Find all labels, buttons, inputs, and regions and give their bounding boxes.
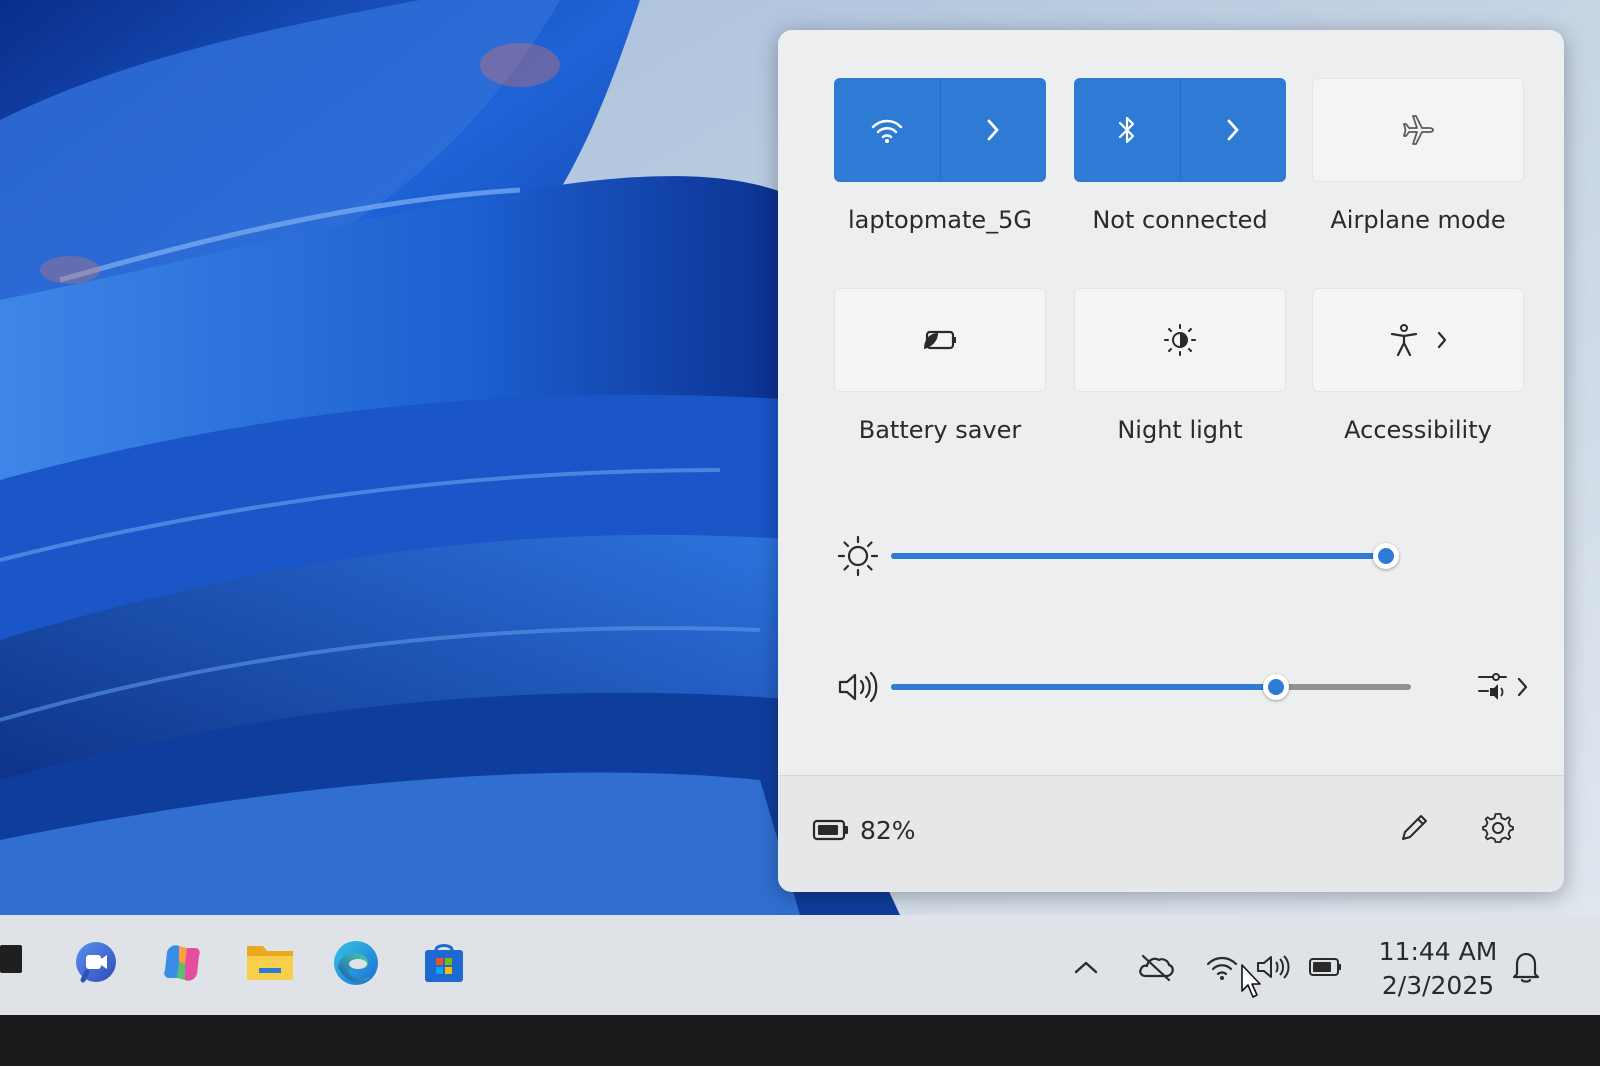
pencil-icon	[1402, 815, 1427, 840]
store-icon	[425, 944, 463, 982]
chevron-up-icon	[1074, 961, 1098, 974]
accessibility-tile[interactable]	[1312, 288, 1524, 392]
bluetooth-expand-button[interactable]	[1181, 78, 1287, 182]
battery-status[interactable]: 82%	[812, 810, 916, 850]
meet-icon	[76, 942, 116, 983]
mouse-cursor-icon	[1241, 964, 1261, 998]
meet-button[interactable]	[66, 933, 126, 993]
accessibility-tile-label: Accessibility	[1344, 416, 1492, 444]
chevron-right-icon	[987, 119, 999, 141]
copilot-button[interactable]	[152, 933, 212, 993]
night-light-tile-group: Night light	[1074, 288, 1286, 444]
file-explorer-icon	[247, 946, 293, 980]
wifi-icon	[1206, 956, 1238, 980]
taskbar: 11:44 AM 2/3/2025	[0, 915, 1600, 1015]
night-light-tile[interactable]	[1074, 288, 1286, 392]
show-hidden-icons-button[interactable]	[1066, 947, 1106, 987]
bluetooth-tile[interactable]	[1074, 78, 1286, 182]
onedrive-icon	[1139, 954, 1174, 982]
onedrive-button[interactable]	[1136, 947, 1176, 987]
task-view-button[interactable]	[0, 939, 24, 979]
clock-date: 2/3/2025	[1381, 971, 1495, 1000]
network-volume-battery-group[interactable]	[1198, 943, 1350, 991]
copilot-icon	[164, 945, 200, 981]
quick-settings-footer: 82%	[778, 775, 1564, 892]
store-button[interactable]	[414, 933, 474, 993]
clock-time: 11:44 AM	[1378, 937, 1498, 966]
volume-slider-thumb[interactable]	[1263, 674, 1289, 700]
bluetooth-toggle[interactable]	[1074, 78, 1180, 182]
battery-saver-tile-label: Battery saver	[858, 416, 1022, 444]
settings-button[interactable]	[1476, 806, 1520, 850]
quick-settings-panel: laptopmate_5G Not connected Airplane mod…	[778, 30, 1564, 892]
battery-percent: 82%	[860, 815, 916, 845]
wifi-tile[interactable]	[834, 78, 1046, 182]
audio-output-icon	[1478, 673, 1507, 700]
night-light-icon	[1164, 324, 1196, 356]
clock[interactable]: 11:44 AM 2/3/2025	[1368, 935, 1508, 1003]
volume-row	[836, 662, 1528, 712]
wifi-expand-button[interactable]	[941, 78, 1047, 182]
night-light-tile-label: Night light	[1117, 416, 1243, 444]
bell-icon	[1512, 952, 1540, 983]
chevron-right-icon	[1227, 119, 1239, 141]
edge-icon	[334, 941, 378, 985]
battery-saver-tile[interactable]	[834, 288, 1046, 392]
chevron-right-icon	[1437, 331, 1447, 349]
wifi-icon	[871, 119, 902, 143]
edit-quick-settings-button[interactable]	[1392, 806, 1436, 850]
battery-saver-tile-group: Battery saver	[834, 288, 1046, 444]
brightness-row	[836, 531, 1526, 581]
battery-status	[1306, 947, 1346, 987]
chevron-right-icon	[1517, 677, 1528, 697]
battery-icon	[1309, 958, 1341, 976]
airplane-tile-group: Airplane mode	[1312, 78, 1524, 234]
brightness-slider[interactable]	[891, 531, 1411, 581]
airplane-tile-label: Airplane mode	[1330, 206, 1506, 234]
audio-output-button[interactable]	[1476, 666, 1536, 708]
bluetooth-tile-group: Not connected	[1074, 78, 1286, 234]
notifications-button[interactable]	[1506, 947, 1546, 987]
wifi-tile-group: laptopmate_5G	[834, 78, 1046, 234]
accessibility-icon	[1390, 324, 1418, 357]
wifi-tile-label: laptopmate_5G	[847, 206, 1033, 234]
volume-slider[interactable]	[891, 662, 1411, 712]
bluetooth-tile-label: Not connected	[1092, 206, 1268, 234]
battery-icon	[812, 819, 848, 841]
wifi-toggle[interactable]	[834, 78, 940, 182]
screen-bezel	[0, 1015, 1600, 1066]
airplane-icon	[1403, 115, 1434, 145]
file-explorer-button[interactable]	[240, 933, 300, 993]
wifi-status	[1202, 947, 1242, 987]
edge-button[interactable]	[326, 933, 386, 993]
bluetooth-icon	[1118, 116, 1134, 144]
battery-saver-icon	[924, 330, 956, 350]
brightness-slider-thumb[interactable]	[1373, 543, 1399, 569]
airplane-mode-tile[interactable]	[1312, 78, 1524, 182]
brightness-icon	[837, 535, 879, 577]
accessibility-tile-group: Accessibility	[1312, 288, 1524, 444]
gear-icon	[1482, 813, 1514, 843]
speaker-icon	[838, 671, 878, 703]
